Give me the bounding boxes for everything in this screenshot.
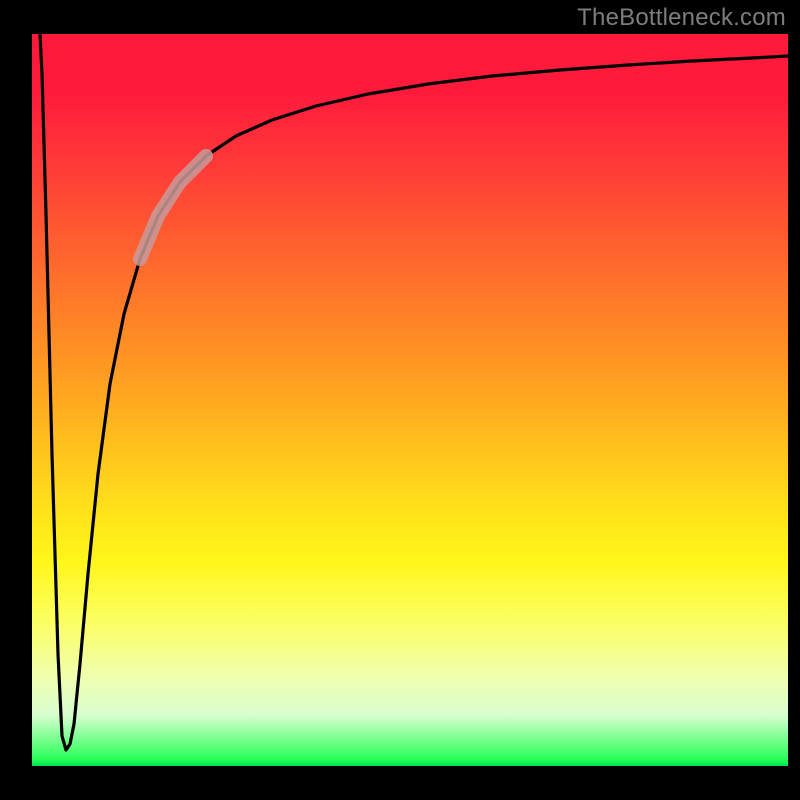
curve-color: #000000 — [0, 0, 1, 1]
highlight-segment — [140, 156, 206, 259]
chart-frame: TheBottleneck.com #000000 #c89a9a — [0, 0, 800, 800]
bottleneck-curve — [40, 34, 788, 750]
highlight-color: #c89a9a — [0, 0, 1, 1]
plot-area — [32, 34, 788, 766]
curve-layer — [32, 34, 788, 766]
watermark-text: TheBottleneck.com — [577, 4, 786, 32]
